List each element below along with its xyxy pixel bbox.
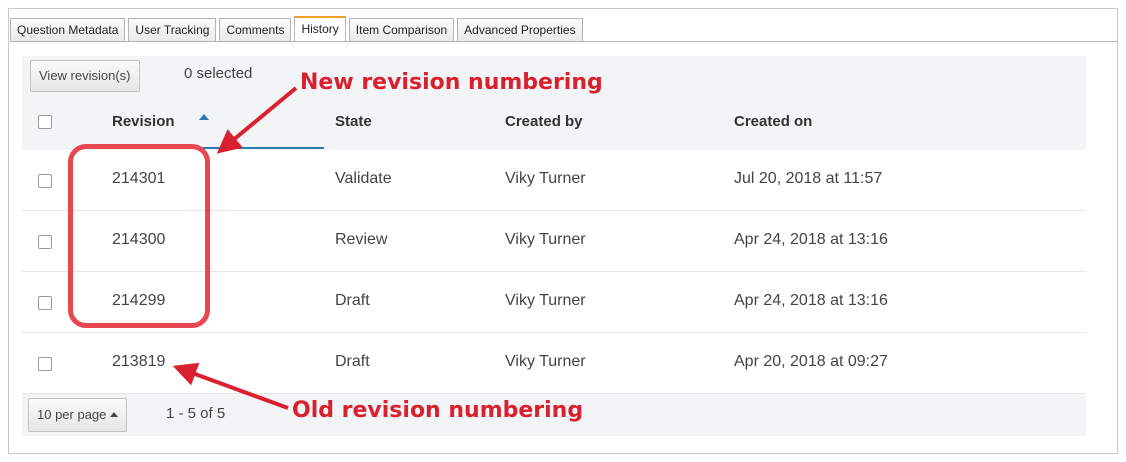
arrow-old-revision [172,362,289,410]
annotation-arrows [172,86,298,410]
arrow-new-revision [216,86,298,154]
